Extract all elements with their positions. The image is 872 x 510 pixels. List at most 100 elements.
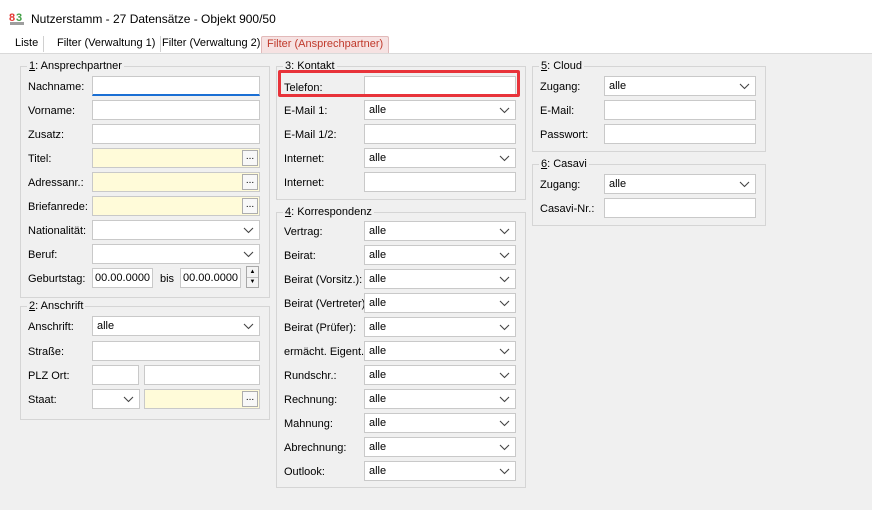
adressanr-label: Adressanr.: <box>28 177 84 189</box>
briefanrede-label: Briefanrede: <box>28 201 88 213</box>
chevron-down-icon <box>499 107 510 114</box>
geburtstag-label: Geburtstag: <box>28 273 86 285</box>
anschrift-dropdown[interactable]: alle <box>92 316 260 336</box>
beirat-vorsitz-dropdown[interactable]: alle <box>364 269 516 289</box>
group-title-casavi: 6: Casavi <box>539 158 589 171</box>
cloud-email-label: E-Mail: <box>540 105 575 117</box>
chevron-down-icon <box>243 323 254 330</box>
nachname-label: Nachname: <box>28 81 85 93</box>
beirat-label: Beirat: <box>284 250 316 262</box>
rundschr-dropdown[interactable]: alle <box>364 365 516 385</box>
nationalitaet-dropdown[interactable] <box>92 220 260 240</box>
chevron-down-icon <box>499 468 510 475</box>
tab-filter-verwaltung-1[interactable]: Filter (Verwaltung 1) <box>52 36 162 52</box>
chevron-down-icon <box>243 251 254 258</box>
beirat-pruefer-dropdown[interactable]: alle <box>364 317 516 337</box>
chevron-down-icon <box>123 396 134 403</box>
chevron-down-icon <box>499 396 510 403</box>
email1-value: alle <box>369 104 387 116</box>
titel-label: Titel: <box>28 153 52 165</box>
mahnung-dropdown[interactable]: alle <box>364 413 516 433</box>
chevron-down-icon <box>499 276 510 283</box>
briefanrede-field[interactable]: ... <box>92 196 260 216</box>
mahnung-value: alle <box>369 417 387 429</box>
beruf-dropdown[interactable] <box>92 244 260 264</box>
ellipsis-icon[interactable]: ... <box>242 150 258 166</box>
app-logo-icon: 8 3 <box>9 10 25 26</box>
staat-label: Staat: <box>28 394 57 406</box>
vertrag-value: alle <box>369 225 387 237</box>
casavi-nr-label: Casavi-Nr.: <box>540 203 595 215</box>
geburtstag-from-field[interactable]: 00.00.0000 <box>92 268 153 288</box>
rechnung-dropdown[interactable]: alle <box>364 389 516 409</box>
casavi-zugang-dropdown[interactable]: alle <box>604 174 756 194</box>
plz-field[interactable] <box>92 365 139 385</box>
internet-combo-label: Internet: <box>284 153 325 165</box>
ellipsis-icon[interactable]: ... <box>242 174 258 190</box>
cloud-zugang-dropdown[interactable]: alle <box>604 76 756 96</box>
cloud-passwort-label: Passwort: <box>540 129 589 141</box>
tab-filter-verwaltung-2[interactable]: Filter (Verwaltung 2) <box>157 36 267 52</box>
titel-field[interactable]: ... <box>92 148 260 168</box>
geburtstag-spinner[interactable]: ▲ ▼ <box>246 266 259 288</box>
casavi-nr-field[interactable] <box>604 198 756 218</box>
strasse-field[interactable] <box>92 341 260 361</box>
ermaecht-eigent-dropdown[interactable]: alle <box>364 341 516 361</box>
group-title-korrespondenz: 4: Korrespondenz <box>283 206 374 219</box>
abrechnung-label: Abrechnung: <box>284 442 347 454</box>
chevron-down-icon <box>499 420 510 427</box>
internet-dropdown[interactable]: alle <box>364 148 516 168</box>
nachname-field[interactable] <box>92 76 260 96</box>
beirat-vertreter-dropdown[interactable]: alle <box>364 293 516 313</box>
ermaecht-eigent-value: alle <box>369 345 387 357</box>
adressanr-field[interactable]: ... <box>92 172 260 192</box>
beirat-pruefer-label: Beirat (Prüfer): <box>284 322 357 334</box>
chevron-down-icon <box>499 228 510 235</box>
chevron-down-icon <box>499 155 510 162</box>
abrechnung-dropdown[interactable]: alle <box>364 437 516 457</box>
group-title-anschrift: 2: Anschrift <box>27 300 86 313</box>
group-title-ansprechpartner: 1: Ansprechpartner <box>27 60 124 73</box>
internet-field[interactable] <box>364 172 516 192</box>
abrechnung-value: alle <box>369 441 387 453</box>
outlook-value: alle <box>369 465 387 477</box>
mahnung-label: Mahnung: <box>284 418 333 430</box>
tab-liste[interactable]: Liste <box>10 36 45 52</box>
tab-strip: Liste Filter (Verwaltung 1) Filter (Verw… <box>0 34 872 54</box>
cloud-passwort-field[interactable] <box>604 124 756 144</box>
vertrag-dropdown[interactable]: alle <box>364 221 516 241</box>
chevron-down-icon <box>499 372 510 379</box>
ellipsis-icon[interactable]: ... <box>242 391 258 407</box>
anschrift-value: alle <box>97 320 115 332</box>
spin-down-icon[interactable]: ▼ <box>247 277 258 287</box>
rechnung-label: Rechnung: <box>284 394 338 406</box>
rundschr-label: Rundschr.: <box>284 370 337 382</box>
internet-text-label: Internet: <box>284 177 325 189</box>
staat-name-field[interactable]: ... <box>144 389 260 409</box>
cloud-email-field[interactable] <box>604 100 756 120</box>
telefon-highlight-box <box>278 70 520 97</box>
geburtstag-to-field[interactable]: 00.00.0000 <box>180 268 241 288</box>
chevron-down-icon <box>499 252 510 259</box>
beirat-vertreter-label: Beirat (Vertreter): <box>284 298 369 310</box>
ort-field[interactable] <box>144 365 260 385</box>
vertrag-label: Vertrag: <box>284 226 323 238</box>
title-bar: 8 3 Nutzerstamm - 27 Datensätze - Objekt… <box>0 0 872 35</box>
cloud-zugang-label: Zugang: <box>540 81 581 93</box>
outlook-dropdown[interactable]: alle <box>364 461 516 481</box>
casavi-zugang-label: Zugang: <box>540 179 581 191</box>
zusatz-label: Zusatz: <box>28 129 65 141</box>
chevron-down-icon <box>499 300 510 307</box>
ellipsis-icon[interactable]: ... <box>242 198 258 214</box>
internet-value: alle <box>369 152 387 164</box>
tab-filter-ansprechpartner[interactable]: Filter (Ansprechpartner) <box>261 36 390 53</box>
staat-code-dropdown[interactable] <box>92 389 140 409</box>
beirat-dropdown[interactable]: alle <box>364 245 516 265</box>
zusatz-field[interactable] <box>92 124 260 144</box>
beirat-value: alle <box>369 249 387 261</box>
chevron-down-icon <box>499 444 510 451</box>
email1-label: E-Mail 1: <box>284 105 328 117</box>
email1-dropdown[interactable]: alle <box>364 100 516 120</box>
vorname-field[interactable] <box>92 100 260 120</box>
email12-field[interactable] <box>364 124 516 144</box>
